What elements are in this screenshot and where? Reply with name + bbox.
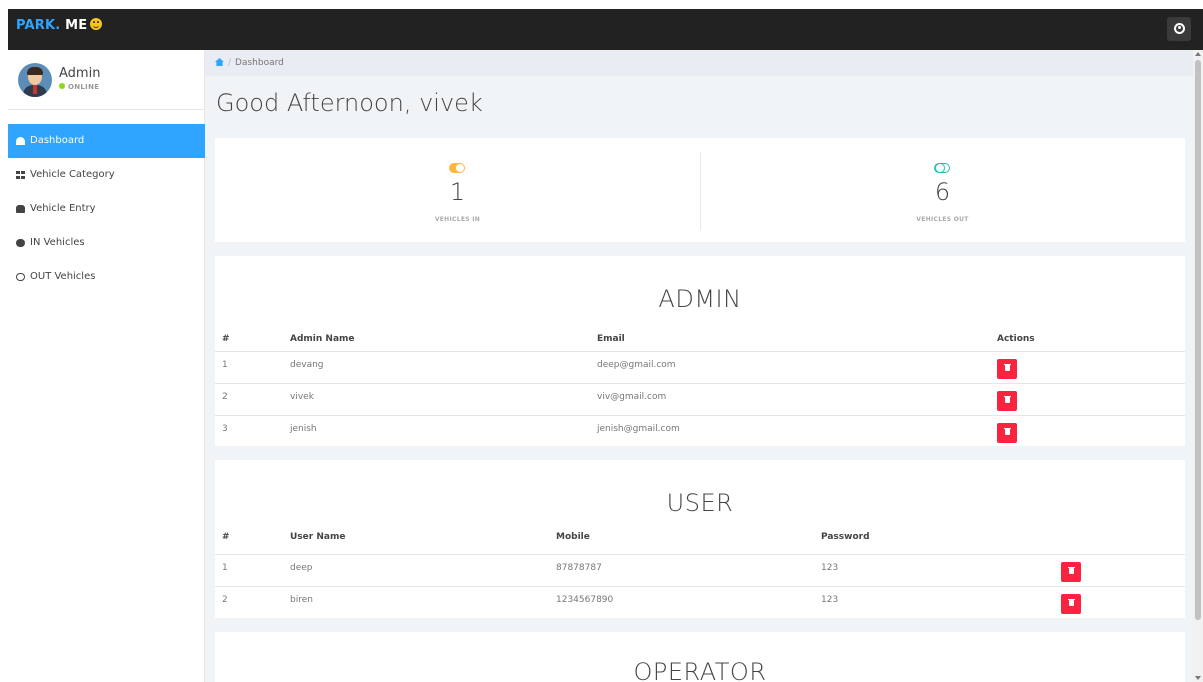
cell-name: devang — [290, 360, 324, 370]
page-title: Good Afternoon, vivek — [216, 89, 483, 117]
sidebar-item-vehicle-category[interactable]: Vehicle Category — [8, 158, 205, 192]
sidebar-item-label: Vehicle Entry — [30, 203, 96, 214]
breadcrumb-current: Dashboard — [235, 58, 284, 68]
cell-num: 1 — [222, 360, 228, 370]
cell-name: vivek — [290, 392, 314, 402]
main-content: / Dashboard Good Afternoon, vivek 1 VEHIC… — [205, 50, 1193, 682]
sidebar-item-dashboard[interactable]: Dashboard — [8, 124, 205, 158]
cell-num: 1 — [222, 563, 228, 573]
table-row: 3 jenish jenish@gmail.com — [215, 415, 1185, 447]
operator-table-title: OPERATOR — [633, 658, 767, 682]
car-icon — [16, 205, 25, 213]
scroll-thumb[interactable] — [1195, 60, 1201, 620]
grid-icon — [16, 171, 25, 179]
scroll-down-arrow-icon[interactable] — [1195, 676, 1201, 680]
stat-vehicles-in: 1 VEHICLES IN — [215, 138, 700, 242]
cell-name: biren — [290, 595, 313, 605]
user-panel: USER # User Name Mobile Password 1 deep … — [215, 460, 1185, 618]
home-icon[interactable] — [215, 58, 224, 66]
cell-name: jenish — [290, 424, 317, 434]
stats-panel: 1 VEHICLES IN 6 VEHICLES OUT — [215, 138, 1185, 242]
page-scrollbar[interactable] — [1193, 50, 1203, 682]
admin-table-title: ADMIN — [658, 285, 742, 313]
col-header-user-name: User Name — [290, 532, 346, 542]
cell-email: deep@gmail.com — [597, 360, 676, 370]
profile-status: ONLINE — [59, 83, 99, 91]
profile-block: Admin ONLINE — [8, 50, 205, 110]
avatar — [18, 63, 52, 97]
brand-part1: PARK. — [16, 18, 61, 33]
cell-num: 2 — [222, 392, 228, 402]
cell-email: jenish@gmail.com — [597, 424, 680, 434]
cell-password: 123 — [821, 595, 839, 605]
col-header-password: Password — [821, 532, 870, 542]
table-row: 1 deep 87878787 123 — [215, 554, 1185, 586]
stat-label: VEHICLES OUT — [916, 216, 969, 223]
sidebar-item-out-vehicles[interactable]: OUT Vehicles — [8, 260, 205, 294]
sidebar-item-label: Dashboard — [30, 135, 85, 146]
sidebar-item-in-vehicles[interactable]: IN Vehicles — [8, 226, 205, 260]
cell-email: viv@gmail.com — [597, 392, 667, 402]
sidebar-item-label: Vehicle Category — [30, 169, 115, 180]
stat-label: VEHICLES IN — [434, 216, 481, 223]
cell-password: 123 — [821, 563, 839, 573]
toggle-on-icon — [16, 239, 25, 247]
table-row: 2 biren 1234567890 123 — [215, 586, 1185, 618]
page-edge-top — [0, 0, 1203, 9]
sidebar: Admin ONLINE Dashboard Vehicle Category … — [8, 50, 205, 682]
brand-part2: ME — [60, 18, 88, 33]
smile-icon — [90, 18, 103, 30]
toggle-on-icon — [449, 163, 465, 173]
col-header-email: Email — [597, 334, 625, 344]
breadcrumb: / Dashboard — [205, 50, 1193, 76]
delete-button[interactable] — [997, 359, 1017, 379]
sidebar-nav: Dashboard Vehicle Category Vehicle Entry… — [8, 124, 205, 294]
online-dot-icon — [59, 83, 65, 89]
col-header-num: # — [222, 334, 230, 344]
cell-num: 2 — [222, 595, 228, 605]
cell-mobile: 1234567890 — [556, 595, 614, 605]
stat-value: 6 — [934, 178, 951, 206]
admin-panel: ADMIN # Admin Name Email Actions 1 devan… — [215, 256, 1185, 446]
status-text: ONLINE — [68, 83, 100, 91]
page-edge-left — [0, 0, 8, 682]
sidebar-item-vehicle-entry[interactable]: Vehicle Entry — [8, 192, 205, 226]
table-row: 1 devang deep@gmail.com — [215, 351, 1185, 383]
table-row: 2 vivek viv@gmail.com — [215, 383, 1185, 415]
dashboard-icon — [16, 137, 25, 145]
stat-vehicles-out: 6 VEHICLES OUT — [700, 138, 1185, 242]
delete-button[interactable] — [1061, 594, 1081, 614]
user-menu-button[interactable] — [1167, 17, 1191, 41]
cell-num: 3 — [222, 424, 228, 434]
toggle-off-icon — [16, 273, 25, 281]
cell-name: deep — [290, 563, 313, 573]
sidebar-item-label: OUT Vehicles — [30, 271, 96, 282]
operator-panel: OPERATOR — [215, 632, 1185, 682]
user-icon — [1174, 23, 1185, 34]
scroll-up-arrow-icon[interactable] — [1195, 52, 1201, 56]
stat-value: 1 — [449, 178, 466, 206]
delete-button[interactable] — [997, 391, 1017, 411]
profile-name: Admin — [59, 66, 101, 81]
sidebar-item-label: IN Vehicles — [30, 237, 85, 248]
col-header-num: # — [222, 532, 230, 542]
col-header-admin-name: Admin Name — [290, 334, 355, 344]
cell-mobile: 87878787 — [556, 563, 602, 573]
user-table-title: USER — [666, 489, 734, 517]
col-header-actions: Actions — [997, 334, 1035, 344]
delete-button[interactable] — [997, 423, 1017, 443]
col-header-mobile: Mobile — [556, 532, 590, 542]
toggle-off-icon — [934, 162, 950, 173]
brand-logo[interactable]: PARK. ME — [16, 18, 103, 33]
delete-button[interactable] — [1061, 562, 1081, 582]
